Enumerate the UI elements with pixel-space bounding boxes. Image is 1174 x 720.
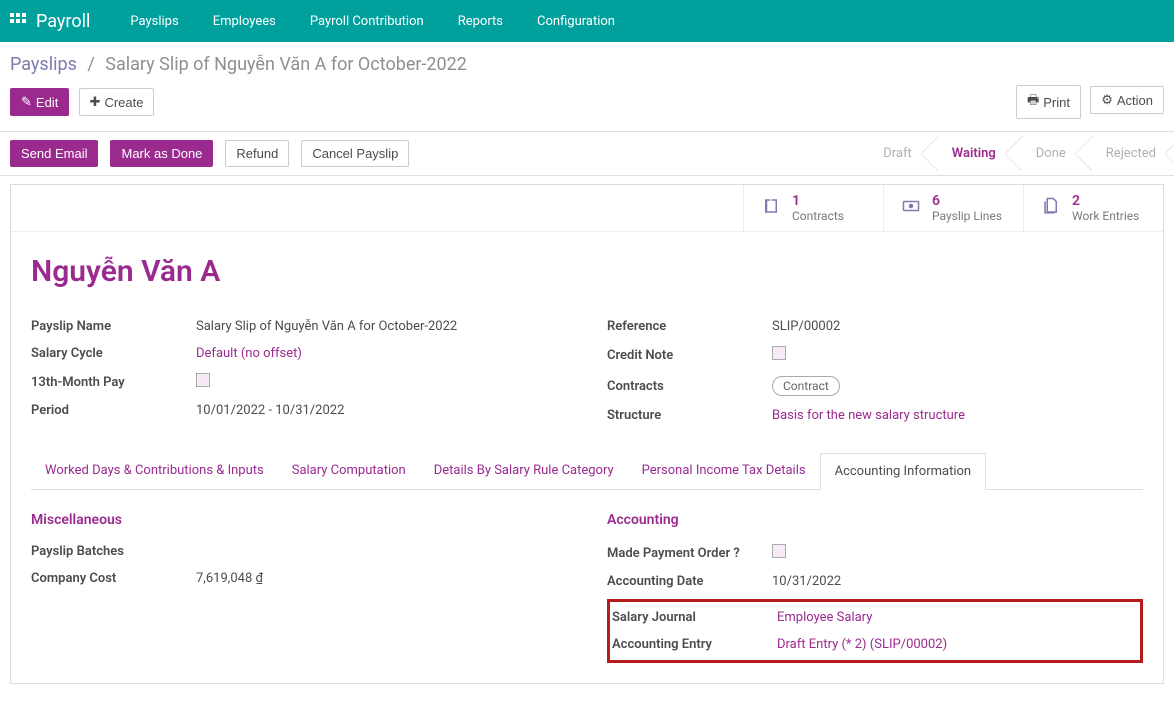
cancel-payslip-button[interactable]: Cancel Payslip — [301, 140, 409, 167]
lbl-salary-journal: Salary Journal — [612, 610, 777, 625]
val-salary-journal[interactable]: Employee Salary — [777, 610, 1138, 625]
accounting-title: Accounting — [607, 512, 1143, 528]
step-done[interactable]: Done — [1014, 136, 1084, 171]
lbl-company-cost: Company Cost — [31, 571, 196, 586]
app-brand[interactable]: Payroll — [36, 11, 90, 32]
stat-contracts-lbl: Contracts — [792, 209, 844, 223]
edit-button[interactable]: ✎Edit — [10, 88, 69, 116]
left-fields: Payslip NameSalary Slip of Nguyễn Văn A … — [31, 313, 567, 429]
val-company-cost: 7,619,048 ₫ — [196, 571, 567, 586]
val-acct-entry[interactable]: Draft Entry (* 2) (SLIP/00002) — [777, 637, 1138, 652]
nav-contribution[interactable]: Payroll Contribution — [294, 4, 440, 39]
gear-icon: ⚙ — [1101, 92, 1113, 108]
accounting-col: Accounting Made Payment Order ? Accounti… — [607, 512, 1143, 663]
lbl-contracts: Contracts — [607, 379, 772, 394]
mark-done-button[interactable]: Mark as Done — [110, 140, 213, 167]
tab-accounting-info[interactable]: Accounting Information — [820, 453, 987, 490]
tabs: Worked Days & Contributions & Inputs Sal… — [31, 453, 1143, 490]
tab-salary-computation[interactable]: Salary Computation — [278, 453, 420, 489]
nav-employees[interactable]: Employees — [197, 4, 292, 39]
nav-items: Payslips Employees Payroll Contribution … — [114, 4, 631, 39]
chip-contract[interactable]: Contract — [772, 376, 840, 396]
val-payslip-name: Salary Slip of Nguyễn Văn A for October-… — [196, 319, 567, 334]
lbl-acct-entry: Accounting Entry — [612, 637, 777, 652]
lbl-credit-note: Credit Note — [607, 348, 772, 363]
tab-worked-days[interactable]: Worked Days & Contributions & Inputs — [31, 453, 278, 489]
stat-contracts[interactable]: 1Contracts — [743, 185, 883, 231]
highlight-box: Salary JournalEmployee Salary Accounting… — [607, 599, 1143, 663]
money-icon — [900, 197, 922, 219]
create-button[interactable]: ✚Create — [79, 88, 155, 116]
misc-col: Miscellaneous Payslip Batches Company Co… — [31, 512, 567, 663]
status-row: Send Email Mark as Done Refund Cancel Pa… — [0, 132, 1174, 176]
lbl-acct-date: Accounting Date — [607, 574, 772, 589]
control-row: ✎Edit ✚Create 🖶Print ⚙Action — [0, 79, 1174, 132]
form-sheet: 1Contracts 6Payslip Lines 2Work Entries … — [10, 184, 1164, 684]
chk-made-po[interactable] — [772, 544, 786, 558]
stat-entries-num: 2 — [1072, 193, 1139, 209]
breadcrumb-sep: / — [87, 54, 94, 75]
breadcrumb-root[interactable]: Payslips — [10, 54, 77, 75]
stat-payslip-lines[interactable]: 6Payslip Lines — [883, 185, 1023, 231]
print-icon: 🖶 — [1027, 91, 1039, 113]
lbl-reference: Reference — [607, 319, 772, 334]
stat-work-entries[interactable]: 2Work Entries — [1023, 185, 1163, 231]
lbl-payslip-name: Payslip Name — [31, 319, 196, 334]
step-waiting[interactable]: Waiting — [930, 136, 1014, 171]
step-draft[interactable]: Draft — [861, 136, 930, 171]
nav-payslips[interactable]: Payslips — [114, 4, 194, 39]
val-salary-cycle[interactable]: Default (no offset) — [196, 346, 567, 361]
nav-reports[interactable]: Reports — [442, 4, 519, 39]
lbl-batches: Payslip Batches — [31, 544, 196, 559]
files-icon — [1040, 197, 1062, 219]
employee-name: Nguyễn Văn A — [31, 254, 1143, 289]
nav-configuration[interactable]: Configuration — [521, 4, 631, 39]
tab-pit-details[interactable]: Personal Income Tax Details — [628, 453, 820, 489]
stat-entries-lbl: Work Entries — [1072, 209, 1139, 223]
stat-lines-lbl: Payslip Lines — [932, 209, 1002, 223]
lbl-salary-cycle: Salary Cycle — [31, 346, 196, 361]
step-rejected[interactable]: Rejected — [1084, 136, 1174, 171]
chk-credit-note[interactable] — [772, 346, 786, 360]
send-email-button[interactable]: Send Email — [10, 140, 98, 167]
status-steps: Draft Waiting Done Rejected — [861, 132, 1174, 175]
lbl-structure: Structure — [607, 408, 772, 423]
right-fields: ReferenceSLIP/00002 Credit Note Contract… — [607, 313, 1143, 429]
plus-icon: ✚ — [90, 94, 101, 110]
refund-button[interactable]: Refund — [225, 140, 289, 167]
breadcrumb: Payslips / Salary Slip of Nguyễn Văn A f… — [0, 42, 1174, 79]
print-button[interactable]: 🖶Print — [1016, 85, 1081, 119]
lbl-13th: 13th-Month Pay — [31, 375, 196, 390]
top-navbar: Payroll Payslips Employees Payroll Contr… — [0, 0, 1174, 42]
misc-title: Miscellaneous — [31, 512, 567, 528]
pencil-icon: ✎ — [21, 94, 32, 110]
val-period: 10/01/2022 - 10/31/2022 — [196, 403, 567, 418]
breadcrumb-current: Salary Slip of Nguyễn Văn A for October-… — [105, 54, 467, 75]
book-icon — [760, 197, 782, 219]
val-reference: SLIP/00002 — [772, 319, 1143, 334]
action-button[interactable]: ⚙Action — [1090, 86, 1164, 114]
val-acct-date: 10/31/2022 — [772, 574, 1143, 589]
val-structure[interactable]: Basis for the new salary structure — [772, 408, 1143, 423]
lbl-period: Period — [31, 403, 196, 418]
stat-contracts-num: 1 — [792, 193, 844, 209]
tab-details-rule[interactable]: Details By Salary Rule Category — [420, 453, 628, 489]
apps-icon[interactable] — [8, 11, 28, 31]
lbl-made-po: Made Payment Order ? — [607, 546, 772, 561]
stat-lines-num: 6 — [932, 193, 1002, 209]
stat-row: 1Contracts 6Payslip Lines 2Work Entries — [11, 185, 1163, 232]
tab-body: Miscellaneous Payslip Batches Company Co… — [31, 490, 1143, 663]
chk-13th[interactable] — [196, 373, 210, 387]
